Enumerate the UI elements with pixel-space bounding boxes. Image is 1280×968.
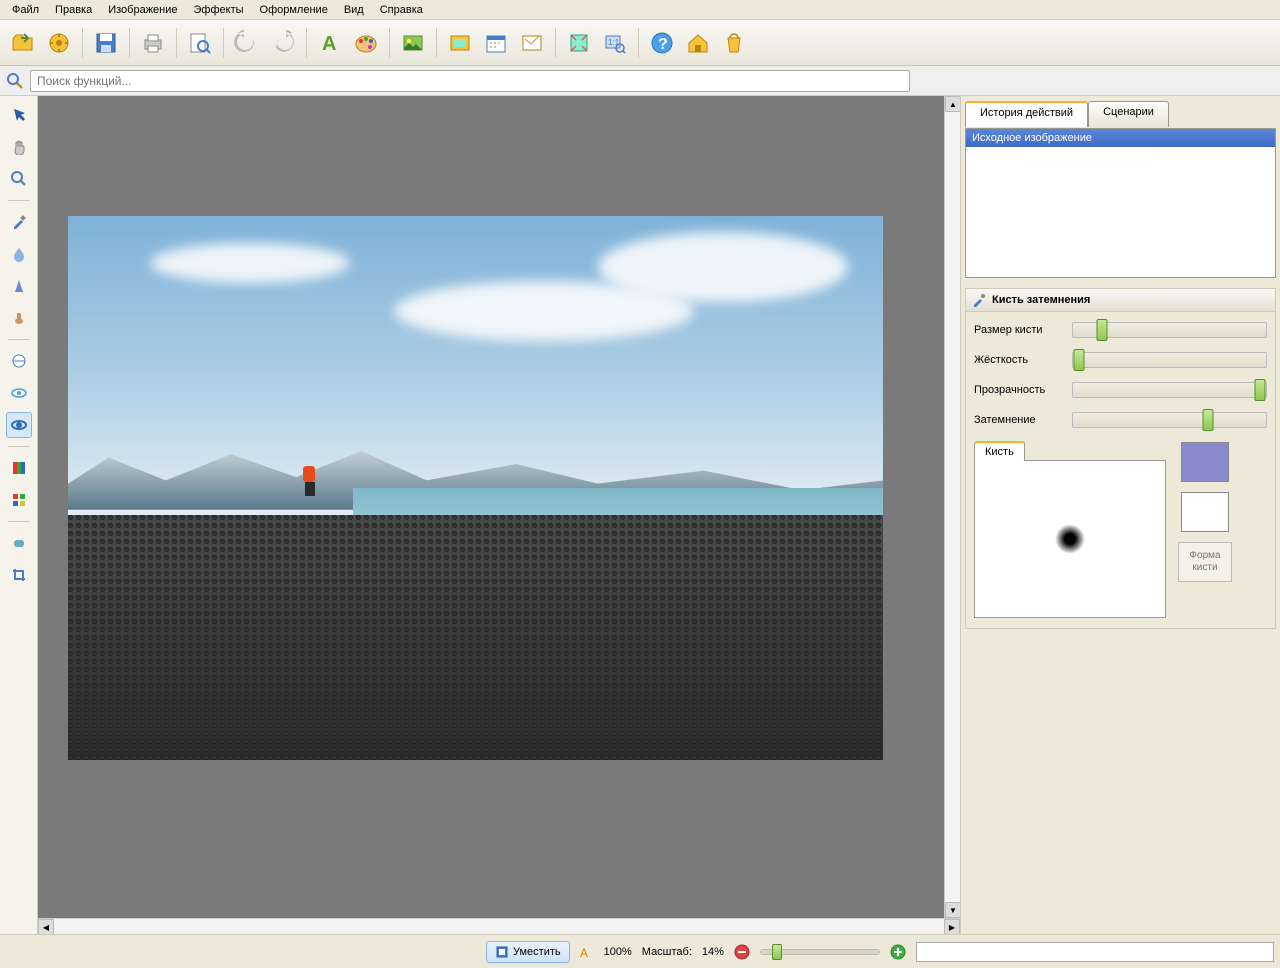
main-toolbar: A 1:1 ?	[0, 20, 1280, 66]
brush-shape-button[interactable]: Форма кисти	[1178, 542, 1232, 582]
brush-size-slider[interactable]	[1072, 322, 1267, 338]
menu-effects[interactable]: Эффекты	[186, 2, 252, 18]
history-list[interactable]: Исходное изображение	[965, 128, 1276, 278]
svg-text:A: A	[322, 33, 336, 55]
hand-tool[interactable]	[6, 134, 32, 160]
menu-bar: Файл Правка Изображение Эффекты Оформлен…	[0, 0, 1280, 20]
zoom-in-icon[interactable]	[890, 944, 906, 960]
brush-preview-box[interactable]: Кисть	[974, 460, 1166, 618]
save-button[interactable]	[89, 26, 123, 60]
image-preview	[68, 216, 883, 760]
main-area: ▲ ▼ ◀ ▶ История действий Сценарии Исходн…	[0, 96, 1280, 934]
insert-image-button[interactable]	[396, 26, 430, 60]
open-button[interactable]	[6, 26, 40, 60]
scroll-down-arrow[interactable]: ▼	[945, 902, 960, 918]
calendar-button[interactable]	[479, 26, 513, 60]
zoom-slider[interactable]	[760, 949, 880, 955]
sponge-tool[interactable]	[6, 412, 32, 438]
vertical-scrollbar[interactable]: ▲ ▼	[944, 96, 960, 918]
menu-help[interactable]: Справка	[372, 2, 431, 18]
zoom-out-icon[interactable]	[734, 944, 750, 960]
brush-panel-header: Кисть затемнения	[965, 288, 1276, 312]
darken-label: Затемнение	[974, 414, 1064, 426]
menu-file[interactable]: Файл	[4, 2, 47, 18]
undo-button[interactable]	[230, 26, 264, 60]
text-size-icon: A	[580, 945, 594, 959]
status-bar: Уместить A 100% Масштаб: 14%	[0, 934, 1280, 968]
print-button[interactable]	[136, 26, 170, 60]
frame-button[interactable]	[443, 26, 477, 60]
help-button[interactable]: ?	[645, 26, 679, 60]
brush-icon	[972, 293, 986, 307]
darken-slider[interactable]	[1072, 412, 1267, 428]
svg-text:1:1: 1:1	[608, 38, 620, 47]
opacity-slider[interactable]	[1072, 382, 1267, 398]
channels-tool[interactable]	[6, 487, 32, 513]
svg-text:?: ?	[658, 36, 668, 53]
canvas-area[interactable]: ▲ ▼ ◀ ▶	[38, 96, 960, 934]
sharpen-tool[interactable]	[6, 273, 32, 299]
dodge-tool[interactable]	[6, 348, 32, 374]
shop-button[interactable]	[717, 26, 751, 60]
horizontal-scrollbar[interactable]: ◀ ▶	[38, 918, 960, 934]
brush-size-label: Размер кисти	[974, 324, 1064, 336]
blur-tool[interactable]	[6, 241, 32, 267]
left-toolbar	[0, 96, 38, 934]
preview-button[interactable]	[183, 26, 217, 60]
scroll-up-arrow[interactable]: ▲	[945, 96, 960, 112]
tab-scripts[interactable]: Сценарии	[1088, 101, 1169, 127]
right-tabs: История действий Сценарии	[965, 100, 1276, 126]
levels-tool[interactable]	[6, 455, 32, 481]
brush-properties: Размер кисти Жёсткость Прозрачность Зате…	[965, 312, 1276, 629]
burn-tool[interactable]	[6, 380, 32, 406]
fit-screen-button[interactable]	[562, 26, 596, 60]
color-swatch-secondary[interactable]	[1181, 492, 1229, 532]
color-swatch-primary[interactable]	[1181, 442, 1229, 482]
right-panel: История действий Сценарии Исходное изобр…	[960, 96, 1280, 934]
eyedropper-tool[interactable]	[6, 209, 32, 235]
brush-dot-preview	[1055, 524, 1085, 554]
zoom-percent: 100%	[604, 946, 632, 958]
hardness-label: Жёсткость	[974, 354, 1064, 366]
actual-size-button[interactable]: 1:1	[598, 26, 632, 60]
redo-button[interactable]	[266, 26, 300, 60]
zoom-tool[interactable]	[6, 166, 32, 192]
text-button[interactable]: A	[313, 26, 347, 60]
search-row	[0, 66, 1280, 96]
svg-text:A: A	[580, 946, 588, 959]
menu-image[interactable]: Изображение	[100, 2, 185, 18]
status-input[interactable]	[916, 942, 1274, 962]
batch-button[interactable]	[42, 26, 76, 60]
brush-panel-title: Кисть затемнения	[992, 294, 1090, 306]
shape-tool[interactable]	[6, 530, 32, 556]
crop-tool[interactable]	[6, 562, 32, 588]
tab-history[interactable]: История действий	[965, 101, 1088, 127]
scroll-left-arrow[interactable]: ◀	[38, 919, 54, 934]
hardness-slider[interactable]	[1072, 352, 1267, 368]
scale-label: Масштаб:	[642, 946, 692, 958]
scroll-right-arrow[interactable]: ▶	[944, 919, 960, 934]
history-item[interactable]: Исходное изображение	[966, 129, 1275, 147]
search-input[interactable]	[30, 70, 910, 92]
palette-button[interactable]	[349, 26, 383, 60]
brush-preview-tab[interactable]: Кисть	[974, 441, 1025, 461]
pointer-tool[interactable]	[6, 102, 32, 128]
menu-decor[interactable]: Оформление	[252, 2, 336, 18]
search-icon	[6, 72, 24, 90]
menu-edit[interactable]: Правка	[47, 2, 100, 18]
smudge-tool[interactable]	[6, 305, 32, 331]
menu-view[interactable]: Вид	[336, 2, 372, 18]
opacity-label: Прозрачность	[974, 384, 1064, 396]
home-button[interactable]	[681, 26, 715, 60]
postcard-button[interactable]	[515, 26, 549, 60]
fit-button[interactable]: Уместить	[486, 941, 570, 963]
scale-value: 14%	[702, 946, 724, 958]
